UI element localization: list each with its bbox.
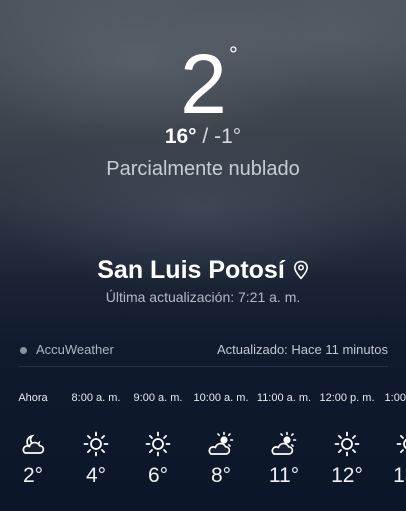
location-pin-icon[interactable] (293, 260, 309, 280)
last-update-text: Última actualización: 7:21 a. m. (105, 289, 301, 305)
current-temperature: 2 (180, 37, 227, 131)
hourly-temperature: 12° (331, 464, 363, 487)
degree-symbol: ° (229, 42, 238, 67)
sun-cloud-icon (208, 431, 234, 455)
hourly-temperature: 11° (268, 464, 300, 487)
sun-icon (145, 431, 171, 457)
sun-icon (83, 431, 109, 457)
hourly-time: 10:00 a. m. (193, 392, 249, 404)
hourly-temperature: 8° (210, 464, 232, 487)
sun-icon (396, 435, 406, 454)
hourly-item: Ahora 2° (2, 392, 64, 488)
city-name[interactable]: San Luis Potosí (97, 255, 285, 285)
sun-cloud-icon (271, 431, 297, 455)
hourly-time: 8:00 a. m. (71, 392, 121, 404)
hourly-time: 1:00 p. m. (384, 392, 406, 404)
provider-dot-icon (20, 346, 27, 354)
provider-link[interactable]: AccuWeather (20, 342, 114, 358)
hourly-item: 1:00 p. m. 13° (378, 392, 406, 488)
provider-name[interactable]: AccuWeather (36, 342, 114, 358)
high-temperature: 16° (164, 125, 197, 148)
hourly-item: 11:00 a. m. 11° (253, 392, 315, 488)
hourly-temperature: 13° (393, 464, 406, 487)
sun-icon (334, 431, 360, 457)
hourly-time: 11:00 a. m. (256, 392, 312, 404)
high-low-temperature: 16° / -1° (0, 124, 406, 150)
hourly-time: 9:00 a. m. (133, 392, 183, 404)
hourly-time: Ahora (18, 392, 48, 404)
hourly-temperature: 4° (85, 464, 107, 487)
location-header[interactable]: San Luis Potosí (0, 255, 406, 285)
high-low-separator: / (202, 125, 209, 148)
hourly-item: 10:00 a. m. 8° (190, 392, 252, 488)
hourly-temperature: 6° (147, 464, 169, 487)
refreshed-status: Actualizado: Hace 11 minutos (216, 342, 388, 357)
hourly-forecast[interactable]: Ahora 2° 8:00 a. m. 4° 9:00 a. m. 6° 10:00 a. … (0, 392, 406, 492)
forecast-divider (18, 366, 388, 367)
hourly-time: 12:00 p. m. (319, 392, 375, 404)
low-temperature: -1° (214, 125, 242, 148)
hourly-item: 9:00 a. m. 6° (127, 392, 189, 488)
hourly-item: 12:00 p. m. 12° (316, 392, 378, 488)
weather-condition: Parcialmente nublado (106, 158, 300, 180)
moon-cloud-icon (22, 434, 45, 454)
hourly-item: 8:00 a. m. 4° (65, 392, 127, 488)
hourly-temperature: 2° (22, 464, 44, 487)
